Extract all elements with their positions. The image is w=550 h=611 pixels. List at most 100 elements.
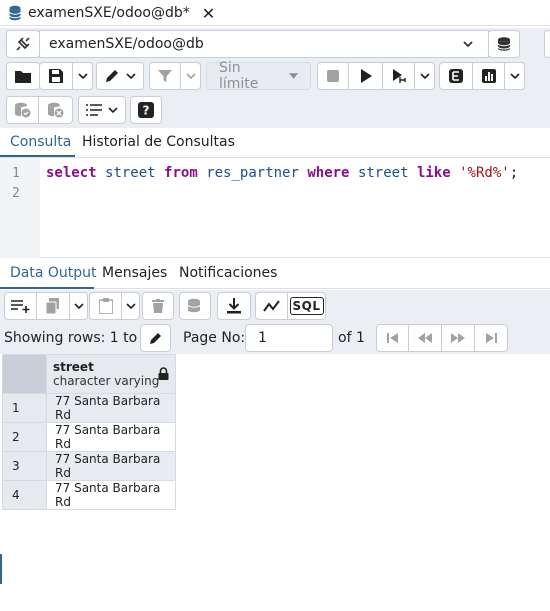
delete-row-button[interactable] <box>142 292 174 320</box>
download-button[interactable] <box>217 292 251 320</box>
transaction-toolbar: ? <box>0 94 550 128</box>
column-name: street <box>53 360 94 374</box>
commit-button[interactable] <box>6 96 39 124</box>
sql-view-label: SQL <box>289 297 324 315</box>
column-type: character varying <box>53 374 160 388</box>
open-file-button[interactable] <box>6 62 40 90</box>
line-number-gutter: 1 2 <box>0 158 40 258</box>
table-row[interactable]: 1 77 Santa Barbara Rd <box>2 393 176 423</box>
chevron-down-icon <box>509 73 520 80</box>
keyword-token: like <box>416 165 451 181</box>
new-connection-button[interactable] <box>488 30 520 58</box>
row-number[interactable]: 1 <box>2 393 47 423</box>
identifier-token: street <box>357 165 409 181</box>
tab-mensajes[interactable]: Mensajes <box>102 265 167 281</box>
tab-notificaciones[interactable]: Notificaciones <box>179 265 277 281</box>
help-button[interactable]: ? <box>130 96 162 124</box>
connection-status-button[interactable] <box>6 30 40 58</box>
row-number[interactable]: 3 <box>2 451 47 481</box>
row-limit-label: Sin límite <box>219 60 259 92</box>
table-row[interactable]: 4 77 Santa Barbara Rd <box>2 480 176 510</box>
chevron-down-icon <box>108 107 118 114</box>
save-options-dropdown[interactable] <box>73 62 93 90</box>
sql-code-line[interactable]: select street from res_partner where str… <box>46 165 518 181</box>
connection-bar: examenSXE/odoo@db <box>0 28 550 62</box>
execute-button[interactable] <box>349 62 383 90</box>
connection-select[interactable]: examenSXE/odoo@db <box>39 30 489 58</box>
chevron-down-icon <box>125 303 136 310</box>
edit-dropdown-button[interactable] <box>96 62 144 90</box>
row-number[interactable]: 4 <box>2 480 47 510</box>
close-icon[interactable]: ✕ <box>202 4 215 23</box>
paste-options-dropdown[interactable] <box>122 292 140 320</box>
page-total-label: of 1 <box>338 330 365 346</box>
explain-icon <box>392 69 406 83</box>
row-limit-select[interactable]: Sin límite <box>206 60 311 92</box>
overflow-button[interactable] <box>544 30 550 58</box>
keyword-token: select <box>46 165 97 181</box>
next-page-button[interactable] <box>442 324 475 352</box>
line-number: 1 <box>12 166 20 181</box>
connection-value: examenSXE/odoo@db <box>49 36 204 52</box>
table-cell[interactable]: 77 Santa Barbara Rd <box>46 451 176 481</box>
column-header-street[interactable]: street character varying <box>46 354 176 394</box>
svg-text:?: ? <box>143 104 150 118</box>
copy-options-dropdown[interactable] <box>70 292 88 320</box>
help-icon: ? <box>138 102 154 118</box>
table-cell[interactable]: 77 Santa Barbara Rd <box>46 480 176 510</box>
graph-visualiser-button[interactable] <box>473 62 505 90</box>
query-toolbar: Sin límite <box>0 60 550 94</box>
add-row-button[interactable] <box>4 292 37 320</box>
copy-icon <box>45 298 59 314</box>
query-tab[interactable]: examenSXE/odoo@db* ✕ <box>8 3 215 23</box>
explain-button[interactable] <box>383 62 415 90</box>
paste-button[interactable] <box>89 292 122 320</box>
select-all-cell[interactable] <box>2 354 47 394</box>
chart-options-dropdown[interactable] <box>505 62 525 90</box>
chevron-down-icon <box>419 73 430 80</box>
rollback-button[interactable] <box>39 96 73 124</box>
save-data-button[interactable] <box>179 292 211 320</box>
results-table: street character varying 1 77 Santa Barb… <box>2 354 176 510</box>
save-file-button[interactable] <box>39 62 73 90</box>
commit-icon <box>14 102 30 118</box>
lock-icon <box>158 367 169 380</box>
filter-button[interactable] <box>149 62 181 90</box>
sql-editor[interactable]: 1 2 select street from res_partner where… <box>0 158 550 258</box>
page-number-input[interactable]: 1 <box>245 324 333 352</box>
graph-visualiser-button[interactable] <box>255 292 288 320</box>
paste-icon <box>98 298 113 314</box>
tab-data-output[interactable]: Data Output <box>10 265 97 281</box>
fast-forward-icon <box>451 333 465 343</box>
rows-count-label: Showing rows: 1 to 4 <box>4 330 151 346</box>
tab-query-history[interactable]: Historial de Consultas <box>82 134 235 150</box>
stop-button[interactable] <box>317 62 349 90</box>
table-cell[interactable]: 77 Santa Barbara Rd <box>46 422 176 452</box>
row-number[interactable]: 2 <box>2 422 47 452</box>
execute-options-dropdown[interactable] <box>415 62 435 90</box>
first-page-button[interactable] <box>376 324 409 352</box>
database-icon <box>497 37 511 51</box>
punctuation-token: ; <box>509 165 519 181</box>
table-cell[interactable]: 77 Santa Barbara Rd <box>46 393 176 423</box>
last-page-icon <box>486 333 497 343</box>
tab-bar: examenSXE/odoo@db* ✕ <box>0 0 550 26</box>
chevron-down-icon <box>126 73 136 80</box>
identifier-token: res_partner <box>206 165 299 181</box>
filter-dropdown[interactable] <box>181 62 201 90</box>
macros-dropdown-button[interactable] <box>78 96 126 124</box>
play-icon <box>360 69 372 83</box>
caret-down-icon <box>288 73 298 79</box>
chevron-down-icon <box>463 41 473 48</box>
tab-consulta[interactable]: Consulta <box>10 134 71 150</box>
last-page-button[interactable] <box>475 324 508 352</box>
table-row[interactable]: 3 77 Santa Barbara Rd <box>2 451 176 481</box>
table-row[interactable]: 2 77 Santa Barbara Rd <box>2 422 176 452</box>
chevron-down-icon <box>77 73 88 80</box>
edit-range-button[interactable] <box>140 324 171 352</box>
explain-analyze-button[interactable] <box>439 62 473 90</box>
previous-page-button[interactable] <box>409 324 442 352</box>
copy-button[interactable] <box>37 292 70 320</box>
sql-view-button[interactable]: SQL <box>288 292 326 320</box>
splitter-handle[interactable] <box>0 554 2 584</box>
